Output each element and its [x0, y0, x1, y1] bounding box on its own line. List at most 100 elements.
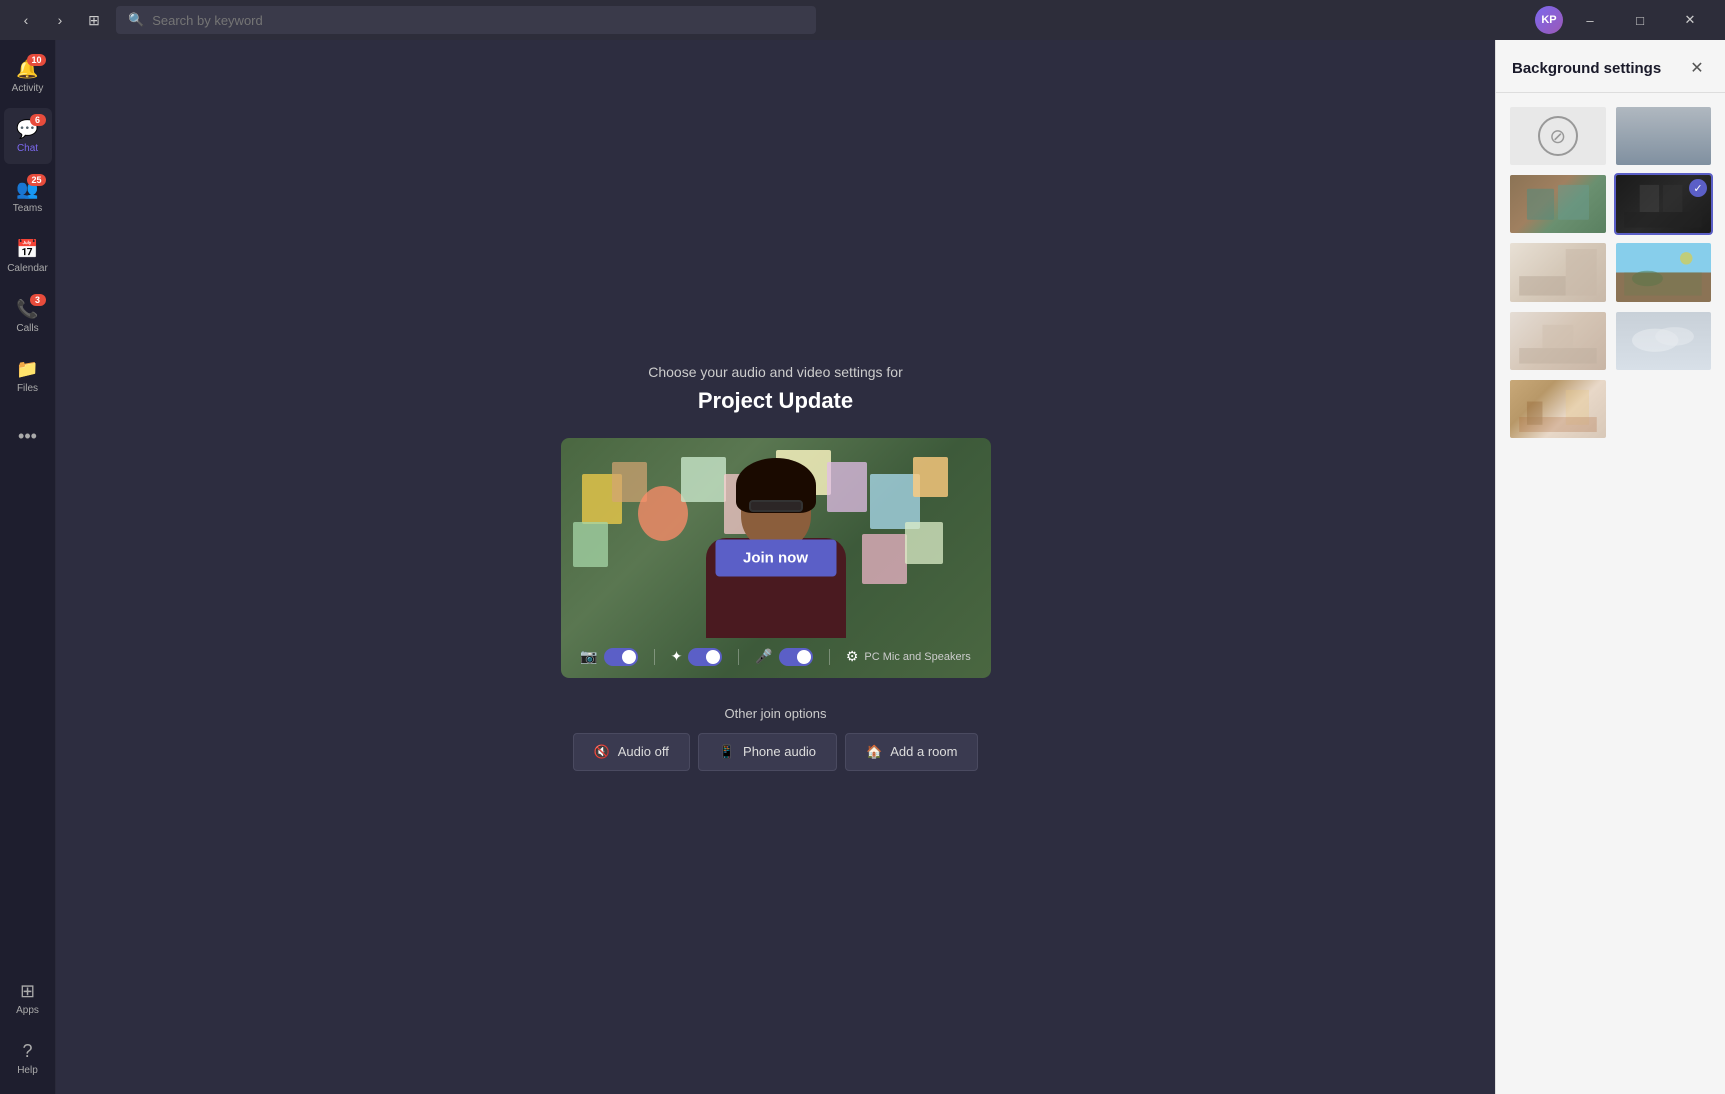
- files-icon: 📁: [16, 359, 38, 380]
- sidebar-item-more[interactable]: •••: [4, 408, 52, 464]
- calendar-icon: 📅: [16, 239, 38, 260]
- sidebar-label-chat: Chat: [17, 143, 38, 154]
- more-icon: •••: [18, 426, 37, 447]
- sidebar-label-apps: Apps: [16, 1005, 39, 1016]
- audio-off-icon: 🔇: [594, 744, 610, 760]
- bg-room1-inner: [1510, 312, 1606, 370]
- audio-off-label: Audio off: [618, 744, 669, 759]
- audio-label: PC Mic and Speakers: [864, 651, 970, 663]
- sidebar-item-chat[interactable]: 💬 Chat 6: [4, 108, 52, 164]
- sidebar-label-teams: Teams: [13, 203, 42, 214]
- bg-panel-title: Background settings: [1512, 60, 1661, 77]
- bg-none-thumb[interactable]: ⊘: [1508, 105, 1608, 167]
- teams-badge: 25: [27, 174, 45, 186]
- bg-gray-inner: [1616, 107, 1712, 165]
- bg-outdoor-thumb[interactable]: [1614, 241, 1714, 303]
- sidebar-label-calendar: Calendar: [7, 263, 48, 274]
- add-room-button[interactable]: 🏠 Add a room: [845, 733, 978, 771]
- ctrl-divider-3: [829, 649, 830, 665]
- person-head: [741, 468, 811, 548]
- sidebar-item-apps[interactable]: ⊞ Apps: [4, 970, 52, 1026]
- mic-icon: 🎤: [755, 648, 772, 665]
- bg-interior-thumb[interactable]: [1508, 378, 1608, 440]
- blur-toggle-group: ✦: [671, 648, 723, 666]
- phone-audio-icon: 📱: [719, 744, 735, 760]
- sidebar-item-files[interactable]: 📁 Files: [4, 348, 52, 404]
- bg-cloudy-inner: [1616, 312, 1712, 370]
- bg-panel-header: Background settings ✕: [1496, 40, 1725, 93]
- minimize-button[interactable]: –: [1567, 4, 1613, 36]
- avatar[interactable]: KP: [1535, 6, 1563, 34]
- window-controls: KP – □ ✕: [1535, 4, 1713, 36]
- maximize-button[interactable]: □: [1617, 4, 1663, 36]
- search-icon: 🔍: [128, 12, 144, 28]
- sidebar-label-calls: Calls: [16, 323, 38, 334]
- mic-toggle-group: 🎤: [755, 648, 812, 666]
- title-bar: ‹ › ⊞ 🔍 KP – □ ✕: [0, 0, 1725, 40]
- nav-buttons: ‹ › ⊞: [12, 6, 108, 34]
- bg-panel-close-button[interactable]: ✕: [1685, 56, 1709, 80]
- audio-device-group: ⚙ PC Mic and Speakers: [846, 648, 971, 665]
- blur-toggle[interactable]: [688, 648, 722, 666]
- ctrl-divider-2: [738, 649, 739, 665]
- sidebar: 🔔 Activity 10 💬 Chat 6 👥 Teams 25 📅 Cale…: [0, 40, 56, 1094]
- sidebar-item-calls[interactable]: 📞 Calls 3: [4, 288, 52, 344]
- bg-cloudy-thumb[interactable]: [1614, 310, 1714, 372]
- bg-outdoor-inner: [1616, 243, 1712, 301]
- blur-icon: ✦: [671, 648, 683, 665]
- bg-office3-inner: [1510, 243, 1606, 301]
- phone-audio-button[interactable]: 📱 Phone audio: [698, 733, 837, 771]
- main-layout: 🔔 Activity 10 💬 Chat 6 👥 Teams 25 📅 Cale…: [0, 40, 1725, 1094]
- bg-office1-thumb[interactable]: [1508, 173, 1608, 235]
- join-options-label: Other join options: [573, 706, 979, 721]
- bg-office2-thumb[interactable]: ✓: [1614, 173, 1714, 235]
- mic-toggle[interactable]: [779, 648, 813, 666]
- search-bar[interactable]: 🔍: [116, 6, 816, 34]
- content-area: Choose your audio and video settings for…: [56, 40, 1495, 1094]
- audio-settings-icon: ⚙: [846, 648, 859, 665]
- forward-button[interactable]: ›: [46, 6, 74, 34]
- video-toggle-group: 📷: [580, 648, 637, 666]
- audio-off-button[interactable]: 🔇 Audio off: [573, 733, 690, 771]
- activity-badge: 10: [27, 54, 45, 66]
- background-grid: ⊘: [1496, 93, 1725, 452]
- video-controls: 📷 ✦ 🎤: [561, 648, 991, 666]
- sidebar-label-files: Files: [17, 383, 38, 394]
- add-room-icon: 🏠: [866, 744, 882, 760]
- bg-room-thumb[interactable]: [1508, 310, 1608, 372]
- join-now-button[interactable]: Join now: [715, 539, 836, 576]
- ctrl-divider-1: [654, 649, 655, 665]
- bg-interior-inner: [1510, 380, 1606, 438]
- calls-badge: 3: [30, 294, 46, 306]
- sidebar-item-activity[interactable]: 🔔 Activity 10: [4, 48, 52, 104]
- person-glasses: [749, 500, 803, 512]
- sidebar-item-calendar[interactable]: 📅 Calendar: [4, 228, 52, 284]
- bg-none-icon: ⊘: [1538, 116, 1578, 156]
- video-icon: 📷: [580, 648, 597, 665]
- search-input[interactable]: [152, 13, 804, 28]
- sidebar-item-help[interactable]: ? Help: [4, 1030, 52, 1086]
- join-options: Other join options 🔇 Audio off 📱 Phone a…: [573, 706, 979, 771]
- new-tab-button[interactable]: ⊞: [80, 6, 108, 34]
- video-toggle[interactable]: [604, 648, 638, 666]
- background-settings-panel: Background settings ✕ ⊘: [1495, 40, 1725, 1094]
- chat-badge: 6: [30, 114, 46, 126]
- add-room-label: Add a room: [890, 744, 957, 759]
- sidebar-item-teams[interactable]: 👥 Teams 25: [4, 168, 52, 224]
- bg-office3-thumb[interactable]: [1508, 241, 1608, 303]
- bg-gray-thumb[interactable]: [1614, 105, 1714, 167]
- back-button[interactable]: ‹: [12, 6, 40, 34]
- meeting-title: Project Update: [648, 388, 903, 414]
- help-icon: ?: [22, 1041, 32, 1062]
- sidebar-label-activity: Activity: [12, 83, 44, 94]
- bg-office1-inner: [1510, 175, 1606, 233]
- meeting-subtitle: Choose your audio and video settings for: [648, 364, 903, 380]
- meeting-header: Choose your audio and video settings for…: [648, 364, 903, 414]
- close-window-button[interactable]: ✕: [1667, 4, 1713, 36]
- sidebar-label-help: Help: [17, 1065, 38, 1076]
- phone-audio-label: Phone audio: [743, 744, 816, 759]
- bg-none-inner: ⊘: [1510, 107, 1606, 165]
- video-preview: Join now 📷 ✦ 🎤: [561, 438, 991, 678]
- apps-icon: ⊞: [20, 981, 35, 1002]
- join-option-buttons: 🔇 Audio off 📱 Phone audio 🏠 Add a room: [573, 733, 979, 771]
